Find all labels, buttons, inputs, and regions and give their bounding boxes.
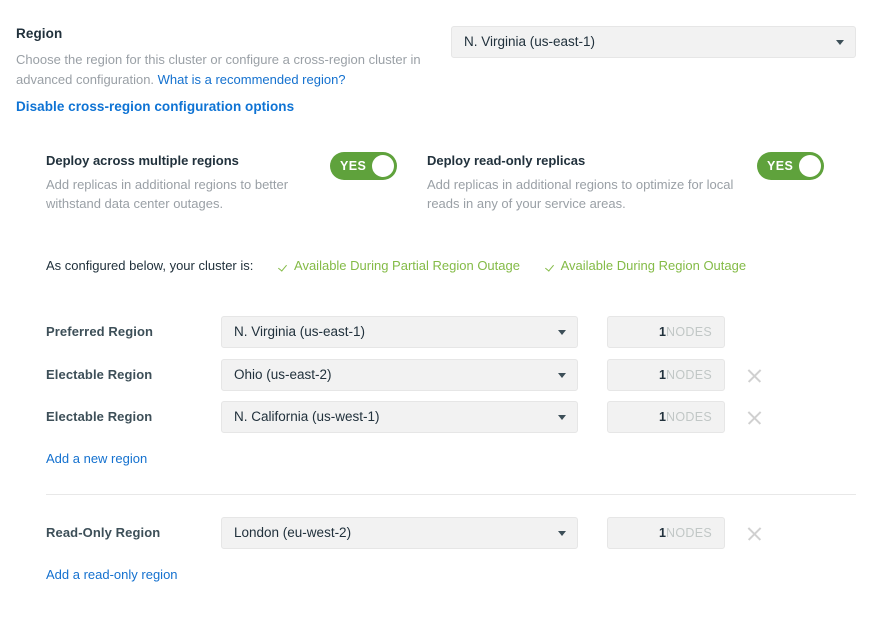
remove-region-button-2[interactable]: [746, 409, 763, 426]
region-description: Choose the region for this cluster or co…: [16, 50, 436, 90]
chevron-down-icon: [558, 373, 566, 378]
table-row: Electable Region Ohio (us-east-2) 1 NODE…: [0, 359, 871, 391]
nodes-unit-label: NODES: [666, 518, 712, 548]
availability-status-prefix: As configured below, your cluster is:: [46, 258, 253, 273]
nodes-count: 1: [659, 360, 666, 390]
check-icon: [546, 260, 557, 271]
chevron-down-icon: [558, 330, 566, 335]
chevron-down-icon: [558, 415, 566, 420]
read-only-region-select[interactable]: London (eu-west-2): [221, 517, 578, 549]
region-select[interactable]: N. Virginia (us-east-1): [451, 26, 856, 58]
remove-region-button-1[interactable]: [746, 367, 763, 384]
preferred-region-value: N. Virginia (us-east-1): [234, 317, 365, 347]
row-label-electable-region-2: Electable Region: [46, 401, 152, 433]
check-icon: [279, 260, 290, 271]
read-only-region-nodes-input[interactable]: 1 NODES: [607, 517, 725, 549]
deploy-multiple-regions-toggle[interactable]: YES: [330, 152, 397, 180]
chevron-down-icon: [836, 40, 844, 45]
deploy-multiple-regions-description: Add replicas in additional regions to be…: [46, 175, 331, 213]
toggle-state-label: YES: [767, 152, 793, 180]
deploy-readonly-replicas-block: Deploy read-only replicas Add replicas i…: [427, 152, 787, 213]
region-section: Region Choose the region for this cluste…: [0, 0, 871, 125]
electable-region-select-2[interactable]: N. California (us-west-1): [221, 401, 578, 433]
toggle-state-label: YES: [340, 152, 366, 180]
electable-region-value-2: N. California (us-west-1): [234, 402, 380, 432]
deploy-readonly-replicas-description: Add replicas in additional regions to op…: [427, 175, 747, 213]
read-only-region-value: London (eu-west-2): [234, 518, 351, 548]
nodes-unit-label: NODES: [666, 317, 712, 347]
table-row: Preferred Region N. Virginia (us-east-1)…: [0, 316, 871, 348]
nodes-count: 1: [659, 518, 666, 548]
add-read-only-region-link[interactable]: Add a read-only region: [46, 567, 178, 582]
page-title: Region: [16, 26, 62, 41]
electable-region-nodes-input-1[interactable]: 1 NODES: [607, 359, 725, 391]
nodes-count: 1: [659, 317, 666, 347]
electable-region-nodes-input-2[interactable]: 1 NODES: [607, 401, 725, 433]
table-row: Electable Region N. California (us-west-…: [0, 401, 871, 433]
electable-region-value-1: Ohio (us-east-2): [234, 360, 332, 390]
deploy-readonly-replicas-toggle[interactable]: YES: [757, 152, 824, 180]
row-label-preferred-region: Preferred Region: [46, 316, 153, 348]
add-new-region-link[interactable]: Add a new region: [46, 451, 147, 466]
section-divider: [46, 494, 856, 495]
region-select-value: N. Virginia (us-east-1): [464, 27, 595, 57]
disable-cross-region-link[interactable]: Disable cross-region configuration optio…: [16, 99, 294, 114]
status-badge-label: Available During Region Outage: [561, 258, 747, 273]
availability-status: As configured below, your cluster is: Av…: [46, 258, 746, 276]
chevron-down-icon: [558, 531, 566, 536]
row-label-electable-region-1: Electable Region: [46, 359, 152, 391]
status-badge-label: Available During Partial Region Outage: [294, 258, 520, 273]
preferred-region-nodes-input[interactable]: 1 NODES: [607, 316, 725, 348]
table-row: Read-Only Region London (eu-west-2) 1 NO…: [0, 517, 871, 549]
nodes-count: 1: [659, 402, 666, 432]
row-label-read-only-region: Read-Only Region: [46, 517, 160, 549]
preferred-region-select[interactable]: N. Virginia (us-east-1): [221, 316, 578, 348]
nodes-unit-label: NODES: [666, 402, 712, 432]
deploy-readonly-replicas-title: Deploy read-only replicas: [427, 152, 787, 170]
remove-read-only-region-button[interactable]: [746, 525, 763, 542]
toggle-knob: [372, 155, 394, 177]
status-badge-region-outage: Available During Region Outage: [546, 258, 747, 273]
status-badge-partial-region-outage: Available During Partial Region Outage: [279, 258, 520, 273]
electable-region-select-1[interactable]: Ohio (us-east-2): [221, 359, 578, 391]
toggle-knob: [799, 155, 821, 177]
recommended-region-link[interactable]: What is a recommended region?: [158, 72, 346, 87]
nodes-unit-label: NODES: [666, 360, 712, 390]
